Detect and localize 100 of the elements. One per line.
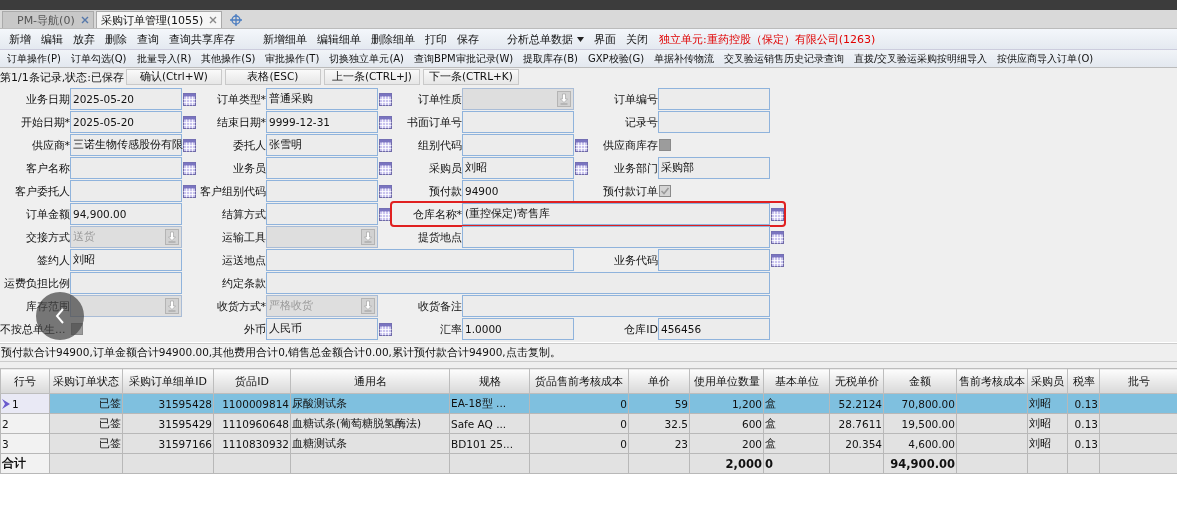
table-cell[interactable]: 3 bbox=[0, 433, 50, 454]
record-button[interactable]: 表格(ESC) bbox=[224, 69, 321, 85]
grid-icon[interactable] bbox=[379, 138, 392, 152]
column-header[interactable]: 使用单位数量 bbox=[689, 368, 764, 394]
input-field[interactable] bbox=[70, 272, 182, 294]
menu-item[interactable]: 按供应商导入订单(O) bbox=[992, 51, 1099, 66]
column-header[interactable]: 货品ID bbox=[213, 368, 291, 394]
input-field[interactable] bbox=[266, 272, 770, 294]
toolbar-button[interactable]: 查询共享库存 bbox=[164, 31, 240, 47]
column-header[interactable]: 采购订单细单ID bbox=[122, 368, 214, 394]
menu-item[interactable]: 其他操作(S) bbox=[196, 51, 261, 66]
column-header[interactable]: 批号 bbox=[1099, 368, 1177, 394]
input-field[interactable] bbox=[462, 226, 770, 248]
grid-icon[interactable] bbox=[575, 161, 588, 175]
dropdown-button[interactable]: 分析总单数据 bbox=[502, 31, 589, 47]
input-field[interactable] bbox=[462, 134, 574, 156]
column-header[interactable]: 基本单位 bbox=[763, 368, 830, 394]
column-header[interactable]: 金额 bbox=[883, 368, 957, 394]
input-field[interactable]: 采购部 bbox=[658, 157, 770, 179]
toolbar-button[interactable]: 新增细单 bbox=[258, 31, 312, 47]
record-button[interactable]: 确认(Ctrl+W) bbox=[125, 69, 222, 85]
menu-item[interactable]: 直拨/交叉验运采购按明细导入 bbox=[849, 51, 993, 66]
toolbar-button[interactable]: 查询 bbox=[132, 31, 164, 47]
column-header[interactable]: 通用名 bbox=[290, 368, 450, 394]
input-field[interactable]: 456456 bbox=[658, 318, 770, 340]
menu-item[interactable]: 查询BPM审批记录(W) bbox=[409, 51, 519, 66]
crosshair-icon[interactable] bbox=[230, 14, 243, 26]
input-field[interactable] bbox=[266, 180, 378, 202]
grid-icon[interactable] bbox=[771, 207, 784, 221]
grid-icon[interactable] bbox=[183, 161, 196, 175]
toolbar-button[interactable]: 编辑 bbox=[36, 31, 68, 47]
tab[interactable]: PM-导航(0) bbox=[2, 11, 94, 28]
input-field[interactable] bbox=[658, 111, 770, 133]
input-field[interactable] bbox=[70, 180, 182, 202]
column-header[interactable]: 行号 bbox=[0, 368, 50, 394]
input-field[interactable]: 2025-05-20 bbox=[70, 111, 182, 133]
grid-icon[interactable] bbox=[575, 138, 588, 152]
close-icon[interactable] bbox=[80, 16, 89, 24]
input-field[interactable] bbox=[658, 88, 770, 110]
menu-item[interactable]: 订单勾选(Q) bbox=[65, 51, 132, 66]
input-field[interactable]: 张雪明 bbox=[266, 134, 378, 156]
grid-icon[interactable] bbox=[771, 230, 784, 244]
grid-icon[interactable] bbox=[379, 115, 392, 129]
table-cell[interactable]: 2 bbox=[0, 413, 50, 434]
grid-icon[interactable] bbox=[771, 253, 784, 267]
grid-icon[interactable] bbox=[379, 92, 392, 106]
summary-text[interactable]: 预付款合计94900,订单金额合计94900.00,其他费用合计0,销售总金额合计0.00,累计预付款合计94900,点击复制。 bbox=[0, 343, 1177, 362]
close-icon[interactable] bbox=[209, 16, 218, 24]
input-field[interactable]: 94,900.00 bbox=[70, 203, 182, 225]
column-header[interactable]: 售前考核成本 bbox=[956, 368, 1028, 394]
toolbar-button[interactable]: 删除 bbox=[100, 31, 132, 47]
column-header[interactable]: 无税单价 bbox=[829, 368, 884, 394]
toolbar-button[interactable]: 界面 bbox=[589, 31, 621, 47]
grid-icon[interactable] bbox=[379, 161, 392, 175]
grid-icon[interactable] bbox=[183, 184, 196, 198]
input-field[interactable]: 人民币 bbox=[266, 318, 378, 340]
toolbar-button[interactable]: 打印 bbox=[420, 31, 452, 47]
toolbar-button[interactable]: 编辑细单 bbox=[312, 31, 366, 47]
column-header[interactable]: 货品售前考核成本 bbox=[529, 368, 629, 394]
toolbar-button[interactable]: 放弃 bbox=[68, 31, 100, 47]
menu-item[interactable]: 单据补传物流 bbox=[649, 51, 720, 66]
toolbar-button[interactable]: 关闭 bbox=[621, 31, 653, 47]
input-field[interactable]: 1.0000 bbox=[462, 318, 574, 340]
column-header[interactable]: 规格 bbox=[449, 368, 530, 394]
input-field[interactable]: 9999-12-31 bbox=[266, 111, 378, 133]
column-header[interactable]: 采购员 bbox=[1027, 368, 1068, 394]
table-cell[interactable]: 1 bbox=[0, 393, 50, 414]
toolbar-button[interactable]: 新增 bbox=[4, 31, 36, 47]
input-field[interactable] bbox=[266, 249, 574, 271]
tab[interactable]: 采购订单管理(1055) bbox=[95, 11, 223, 28]
input-field[interactable]: 刘昭 bbox=[462, 157, 574, 179]
menu-item[interactable]: GXP校验(G) bbox=[582, 51, 650, 66]
input-field[interactable]: (重控保定)寄售库 bbox=[462, 203, 770, 225]
column-header[interactable]: 采购订单状态 bbox=[49, 368, 123, 394]
menu-item[interactable]: 批量导入(R) bbox=[131, 51, 197, 66]
input-field[interactable]: 2025-05-20 bbox=[70, 88, 182, 110]
grid-icon[interactable] bbox=[183, 92, 196, 106]
menu-item[interactable]: 交叉验运销售历史记录查询 bbox=[719, 51, 850, 66]
input-field[interactable] bbox=[658, 249, 770, 271]
input-field[interactable]: 刘昭 bbox=[70, 249, 182, 271]
menu-item[interactable]: 切换独立单元(A) bbox=[324, 51, 410, 66]
menu-item[interactable]: 提取库存(B) bbox=[518, 51, 583, 66]
column-header[interactable]: 税率 bbox=[1067, 368, 1100, 394]
record-button[interactable]: 下一条(CTRL+K) bbox=[422, 69, 519, 85]
grid-icon[interactable] bbox=[379, 207, 392, 221]
input-field[interactable] bbox=[70, 157, 182, 179]
input-field[interactable] bbox=[462, 111, 574, 133]
menu-item[interactable]: 审批操作(T) bbox=[260, 51, 325, 66]
grid-icon[interactable] bbox=[379, 322, 392, 336]
input-field[interactable] bbox=[266, 203, 378, 225]
input-field[interactable] bbox=[462, 295, 770, 317]
grid-icon[interactable] bbox=[379, 184, 392, 198]
toolbar-button[interactable]: 保存 bbox=[452, 31, 484, 47]
record-button[interactable]: 上一条(CTRL+J) bbox=[323, 69, 420, 85]
input-field[interactable]: 普通采购 bbox=[266, 88, 378, 110]
grid-icon[interactable] bbox=[183, 115, 196, 129]
menu-item[interactable]: 订单操作(P) bbox=[2, 51, 66, 66]
input-field[interactable]: 94900 bbox=[462, 180, 574, 202]
input-field[interactable] bbox=[266, 157, 378, 179]
toolbar-button[interactable]: 删除细单 bbox=[366, 31, 420, 47]
